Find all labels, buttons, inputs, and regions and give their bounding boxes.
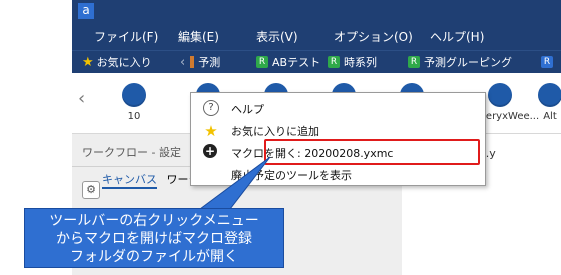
- chevron-left-icon[interactable]: ‹: [180, 55, 185, 70]
- tool-label: 10: [127, 111, 141, 122]
- menu-view[interactable]: 表示(V): [256, 28, 298, 45]
- tool-item[interactable]: teryxWee...: [482, 83, 540, 122]
- callout-line: ツールバーの右クリックメニュー: [49, 213, 259, 229]
- fav-item-label: 予測グルーピング: [424, 56, 512, 69]
- fav-item-forecast-grouping[interactable]: R 予測グルーピング: [408, 54, 512, 70]
- fav-item-label: 予測: [198, 56, 221, 69]
- menu-item-add-favorite[interactable]: ★ お気に入りに追加: [191, 119, 485, 141]
- tool-badge-icon: [190, 56, 195, 68]
- menu-edit[interactable]: 編集(E): [178, 28, 219, 45]
- menu-help[interactable]: ヘルプ(H): [430, 28, 484, 45]
- menu-options[interactable]: オプション(O): [334, 28, 413, 45]
- macro-tool-icon: [538, 83, 561, 107]
- fav-item-forecast[interactable]: ‹ 予測: [180, 54, 220, 70]
- callout-line: からマクロを開けばマクロ登録: [56, 231, 252, 247]
- scroll-left-icon[interactable]: ‹: [78, 88, 85, 109]
- tab-canvas[interactable]: キャンバス: [102, 173, 157, 189]
- menu-item-label: 廃止予定のツールを表示: [231, 169, 352, 182]
- menu-bar: ファイル(F) 編集(E) 表示(V) オプション(O) ヘルプ(H): [72, 22, 561, 50]
- r-badge-icon: R: [256, 56, 268, 68]
- plus-circle-icon: +: [203, 144, 217, 158]
- panel-title: ワークフロー - 設定: [82, 146, 181, 159]
- favorites-bar: ★ お気に入り ‹ 予測 R ABテスト R 時系列 R 予測グルーピング R: [72, 50, 561, 73]
- r-badge-icon: R: [328, 56, 340, 68]
- favorites-label[interactable]: ★ お気に入り: [82, 54, 152, 70]
- app-logo-icon: a: [78, 3, 94, 19]
- star-icon: ★: [204, 122, 218, 140]
- highlight-box: [264, 139, 480, 165]
- fav-item-abtest[interactable]: R ABテスト: [256, 54, 320, 70]
- callout-line: フォルダのファイルが開く: [70, 249, 238, 265]
- tool-item[interactable]: 10: [116, 83, 152, 122]
- tool-item[interactable]: Alt: [532, 83, 561, 122]
- fav-item-label: 時系列: [344, 56, 377, 69]
- fav-item-label: ABテスト: [272, 56, 321, 69]
- tool-label: teryxWee...: [482, 111, 540, 122]
- star-icon: ★: [82, 54, 94, 70]
- annotation-callout: ツールバーの右クリックメニュー からマクロを開けばマクロ登録 フォルダのファイル…: [24, 208, 284, 268]
- menu-item-label: お気に入りに追加: [231, 125, 319, 138]
- menu-item-show-deprecated[interactable]: 廃止予定のツールを表示: [191, 163, 485, 185]
- menu-item-label: ヘルプ: [231, 103, 264, 116]
- menu-item-help[interactable]: ? ヘルプ: [191, 97, 485, 119]
- fav-item-overflow[interactable]: R: [541, 54, 553, 70]
- favorites-label-text: お気に入り: [96, 56, 152, 69]
- menu-file[interactable]: ファイル(F): [94, 28, 158, 45]
- tool-label: Alt: [543, 111, 557, 122]
- r-badge-icon: R: [408, 56, 420, 68]
- gear-icon[interactable]: ⚙: [82, 181, 100, 199]
- macro-tool-icon: [488, 83, 512, 107]
- fav-item-timeseries[interactable]: R 時系列: [328, 54, 377, 70]
- title-bar: a: [72, 0, 561, 22]
- help-icon: ?: [203, 100, 219, 116]
- r-badge-icon: R: [541, 56, 553, 68]
- macro-tool-icon: [122, 83, 146, 107]
